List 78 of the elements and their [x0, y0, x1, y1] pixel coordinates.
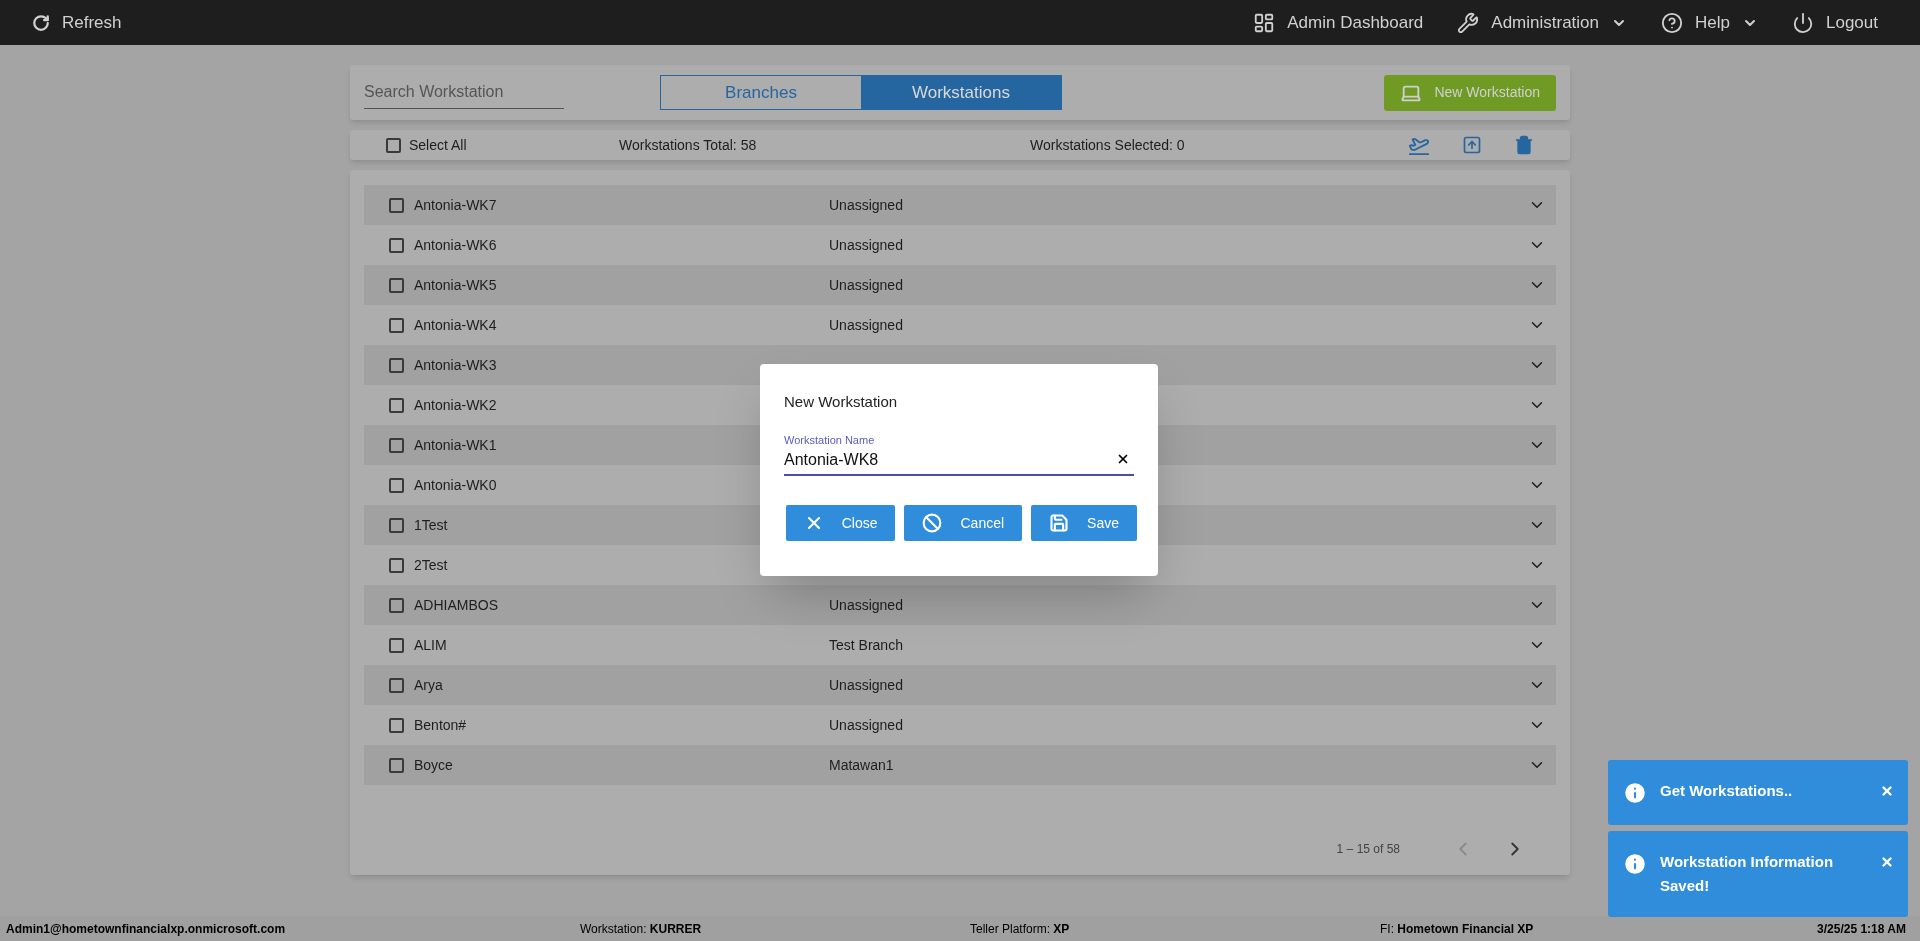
checkbox[interactable] — [389, 197, 404, 213]
info-icon — [1622, 851, 1648, 877]
workstation-name: Antonia-WK2 — [414, 395, 497, 415]
branch-name: Test Branch — [829, 635, 903, 655]
checkbox[interactable] — [389, 317, 404, 333]
branch-name: Unassigned — [829, 235, 903, 255]
select-all-label: Select All — [409, 135, 467, 155]
refresh-icon — [32, 13, 50, 32]
menu-item[interactable]: Admin Dashboard — [1253, 9, 1424, 36]
page-range: 1 – 15 of 58 — [1336, 841, 1400, 858]
delete-icon[interactable] — [1514, 135, 1534, 155]
info-icon — [1622, 780, 1648, 806]
dialog-button[interactable]: Close — [785, 505, 896, 541]
branch-name: Matawan1 — [829, 755, 894, 775]
workstation-name: Antonia-WK3 — [414, 355, 497, 375]
dialog-button[interactable]: Cancel — [904, 505, 1023, 541]
upload-icon[interactable] — [1462, 135, 1482, 155]
checkbox[interactable] — [389, 757, 404, 773]
workstation-name: Antonia-WK7 — [414, 195, 497, 215]
checkbox[interactable] — [389, 397, 404, 413]
branch-name: Unassigned — [829, 275, 903, 295]
close-icon[interactable] — [1880, 784, 1894, 798]
checkbox[interactable] — [389, 357, 404, 373]
workstation-name: 1Test — [414, 515, 448, 535]
branch-name: Unassigned — [829, 595, 903, 615]
checkbox[interactable] — [389, 237, 404, 253]
checkbox[interactable] — [389, 717, 404, 733]
help-icon — [1661, 11, 1684, 34]
power-icon — [1792, 11, 1814, 34]
branch-name: Unassigned — [829, 315, 903, 335]
branch-name: Unassigned — [829, 675, 903, 695]
toast-message: Get Workstations.. — [1660, 781, 1794, 801]
checkbox[interactable] — [389, 637, 404, 653]
workstation-name: ALIM — [414, 635, 447, 655]
workstation-name: Antonia-WK5 — [414, 275, 497, 295]
workstation-name: Antonia-WK1 — [414, 435, 497, 455]
workstation-name: Antonia-WK0 — [414, 475, 497, 495]
workstation-name: Antonia-WK4 — [414, 315, 497, 335]
workstation-name: Boyce — [414, 755, 453, 775]
branch-name: Unassigned — [829, 715, 903, 735]
status-item: FI: Hometown Financial XP — [1380, 920, 1534, 938]
checkbox[interactable] — [389, 517, 404, 533]
wrench-icon — [1457, 11, 1480, 34]
checkbox[interactable] — [389, 557, 404, 573]
dialog-button[interactable]: Save — [1031, 505, 1137, 541]
close-icon[interactable] — [1880, 855, 1894, 869]
status-item: Teller Platform: XP — [970, 920, 1071, 938]
user-email: Admin1@hometownfinancialxp.onmicrosoft.com — [6, 920, 287, 938]
checkbox[interactable] — [389, 477, 404, 493]
workstation-name: Arya — [414, 675, 443, 695]
checkbox[interactable] — [386, 137, 401, 153]
refresh-button[interactable]: Refresh — [32, 9, 122, 36]
search-field[interactable]: Search Workstation — [364, 76, 564, 109]
checkbox[interactable] — [389, 277, 404, 293]
tab[interactable]: Workstations — [861, 76, 1061, 109]
branch-name: Unassigned — [829, 195, 903, 215]
selected-count: Workstations Selected: 0 — [1030, 135, 1185, 155]
workstation-name: ADHIAMBOS — [414, 595, 498, 615]
checkbox[interactable] — [389, 597, 404, 613]
clear-icon[interactable] — [1116, 452, 1130, 466]
menu-item[interactable]: Administration — [1457, 9, 1628, 36]
status-item: Workstation: KURRER — [580, 920, 703, 938]
workstation-name: Antonia-WK6 — [414, 235, 497, 255]
checkbox[interactable] — [389, 437, 404, 453]
dashboard-icon — [1253, 11, 1276, 34]
text-input[interactable]: Antonia-WK8 — [784, 448, 1116, 472]
toast-message: Workstation Information Saved! — [1660, 852, 1835, 896]
workstation-name-field[interactable]: Workstation Name Antonia-WK8 — [784, 431, 1134, 476]
workstation-name: 2Test — [414, 555, 448, 575]
total-count: Workstations Total: 58 — [619, 135, 758, 155]
menu-item[interactable]: Logout — [1792, 9, 1878, 36]
workstation-name: Benton# — [414, 715, 467, 735]
checkbox[interactable] — [389, 677, 404, 693]
menu-item[interactable]: Help — [1661, 9, 1758, 36]
date-time: 3/25/25 1:18 AM — [1817, 920, 1906, 938]
dialog-title: New Workstation — [784, 392, 899, 412]
cancel-icon — [922, 513, 943, 533]
field-label: Workstation Name — [784, 432, 876, 448]
